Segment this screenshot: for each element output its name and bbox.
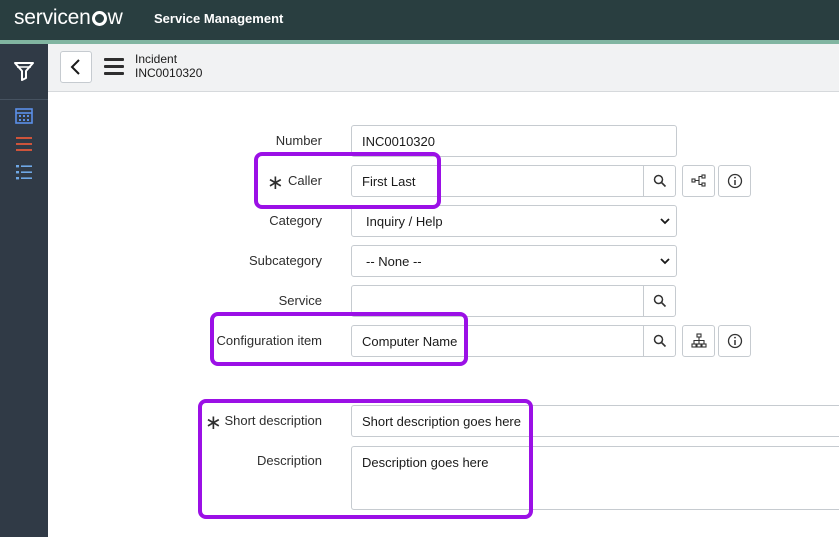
calendar-icon[interactable]: [14, 106, 34, 126]
app-title: Service Management: [154, 11, 284, 26]
configuration-item-label: Configuration item: [216, 333, 323, 348]
service-label: Service: [278, 293, 322, 308]
caller-lookup-button[interactable]: [643, 165, 676, 197]
top-banner: servicen w Service Management: [0, 0, 839, 40]
category-select[interactable]: Inquiry / Help: [351, 205, 677, 237]
servicenow-logo[interactable]: servicen w: [14, 6, 123, 30]
short-description-field[interactable]: Short description goes here: [351, 405, 839, 437]
subcategory-label: Subcategory: [249, 253, 322, 268]
hierarchy-icon: [690, 333, 707, 348]
info-icon: [727, 173, 742, 189]
subcategory-select[interactable]: -- None --: [351, 245, 677, 277]
list-icon[interactable]: [14, 134, 34, 154]
configuration-item-field[interactable]: Computer Name: [351, 325, 644, 357]
number-label: Number: [275, 133, 322, 148]
service-lookup-button[interactable]: [643, 285, 676, 317]
record-header: Incident INC0010320: [48, 44, 839, 92]
record-type: Incident: [135, 52, 178, 66]
record-number: INC0010320: [135, 66, 203, 80]
chevron-left-icon: [70, 59, 80, 75]
category-label: Category: [269, 213, 322, 228]
search-icon: [653, 334, 666, 348]
subcategory-value: -- None --: [366, 254, 422, 269]
service-field[interactable]: [351, 285, 644, 317]
description-label: Description: [256, 453, 322, 468]
logo-o-mark: [91, 11, 107, 26]
logo-text-end: w: [107, 6, 123, 29]
number-field[interactable]: INC0010320: [351, 125, 677, 157]
caller-info-button[interactable]: [718, 165, 751, 197]
caller-related-button[interactable]: [682, 165, 715, 197]
list-detail-icon[interactable]: [14, 162, 34, 182]
logo-text-start: servicen: [14, 6, 91, 29]
chevron-down-icon: [660, 258, 670, 265]
category-value: Inquiry / Help: [366, 214, 443, 229]
left-nav: [0, 44, 48, 537]
configuration-item-lookup-button[interactable]: [643, 325, 676, 357]
caller-label: Caller: [288, 173, 322, 188]
dependency-tree-icon: [690, 174, 706, 187]
ci-info-button[interactable]: [718, 325, 751, 357]
caller-required-marker: ∗: [267, 172, 284, 194]
short-description-label: Short description: [224, 413, 322, 428]
back-button[interactable]: [60, 51, 92, 83]
info-icon: [727, 333, 742, 349]
hamburger-menu-icon[interactable]: [104, 58, 124, 76]
search-icon: [653, 294, 666, 308]
chevron-down-icon: [660, 218, 670, 225]
description-textarea[interactable]: Description goes here: [351, 446, 839, 510]
filter-icon[interactable]: [13, 60, 35, 82]
search-icon: [653, 174, 666, 188]
caller-field[interactable]: First Last: [351, 165, 644, 197]
short-description-required-marker: ∗: [205, 412, 222, 434]
nav-divider: [0, 99, 48, 100]
ci-relations-button[interactable]: [682, 325, 715, 357]
